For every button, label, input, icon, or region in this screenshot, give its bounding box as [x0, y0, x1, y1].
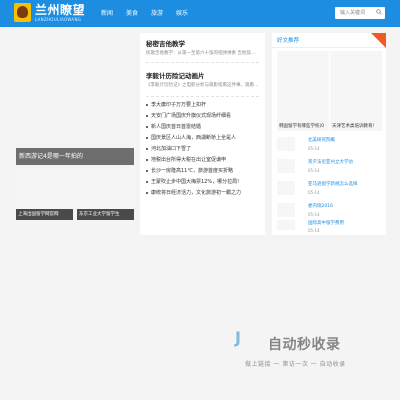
item-thumbnail [277, 220, 295, 230]
list-item-text: 河北加油口下雪了 [151, 146, 192, 152]
nav-item-news[interactable]: 新闻 [101, 0, 113, 27]
recommend-card[interactable]: 天津艺术类培训教育! [330, 51, 382, 131]
watermark: J 自动秒收录 做上链接 一 第访一次 一 自动收录 [235, 328, 385, 380]
list-item[interactable]: 新人国庆首日首雷结婚 [146, 123, 262, 134]
card-label: 韩国留学有哪些学校(0 [279, 124, 325, 129]
list-item-text: 国庆景区人山人海，西湖断桥上全是人 [151, 135, 237, 141]
bullet-icon [146, 158, 148, 161]
watermark-text: 自动秒收录 [268, 337, 341, 353]
bullet-icon [146, 103, 148, 106]
list-item-text: 李大庸印子万万要上扣杆 [151, 102, 207, 108]
site-logo[interactable]: 兰州瞭望 LANZHOULIAOWANG [14, 2, 94, 26]
bullet-icon [146, 147, 148, 150]
list-item-text: 新人国庆首日首雷结婚 [151, 124, 202, 130]
item-date: 05-14 [308, 168, 320, 173]
watermark-logo-icon: J [235, 328, 241, 347]
news-panel: 秘密吉他教学 民歌吉他教学：从第一至第六十弦的指弹弹奏 吉他弦… 李毅计历险记动… [140, 33, 265, 235]
logo-subtitle: LANZHOULIAOWANG [35, 17, 82, 22]
item-title: 宾夕法尼亚州立大学访 [308, 160, 353, 165]
recommend-card[interactable]: 韩国留学有哪些学校(0 [277, 51, 329, 131]
item-thumbnail [277, 159, 295, 173]
divider [272, 47, 386, 48]
featured-desc: 《李毅计历险记》之电影分析与观影指南这件事，观看影片… [146, 83, 262, 88]
item-thumbnail [277, 137, 295, 151]
list-item-text: 康统将日经济活力，文化旅游初一霸之力 [151, 190, 242, 196]
list-item[interactable]: 河北加油口下雪了 [146, 145, 262, 156]
list-item[interactable]: 康统将日经济活力，文化旅游初一霸之力 [146, 189, 262, 200]
list-item-text: 长沙一房隆高11℃，旅游首度买折略 [151, 168, 233, 174]
corner-ribbon-icon [371, 33, 386, 48]
list-item[interactable]: 国庆景区人山人海，西湖断桥上全是人 [146, 134, 262, 145]
logo-badge [14, 3, 31, 22]
recommend-item[interactable]: 北美研究院概 05-14 [277, 136, 381, 158]
recommend-item[interactable]: 宾夕法尼亚州立大学访 05-14 [277, 158, 381, 180]
bullet-icon [146, 191, 148, 194]
item-thumbnail [277, 181, 295, 195]
recommend-heading: 好文推荐 [277, 38, 300, 44]
card-label: 天津艺术类培训教育! [332, 124, 375, 129]
nav-item-entertainment[interactable]: 娱乐 [176, 0, 188, 27]
list-item[interactable]: 长沙一房隆高11℃，旅游首度买折略 [146, 167, 262, 178]
item-date: 05-14 [308, 212, 320, 217]
featured-title[interactable]: 秘密吉他教学 [146, 38, 185, 48]
thumb-caption[interactable]: 上海出国留学网官网 [16, 209, 73, 220]
thumb-caption[interactable]: 东京工业大学留学生 [77, 209, 134, 220]
bullet-icon [146, 169, 148, 172]
bullet-icon [146, 136, 148, 139]
list-item-text: 天安门广场国庆升旗仪式现场纤细看 [151, 113, 232, 119]
list-item[interactable]: 王蒙吹止步中国大梅票12%，哪分拉局! [146, 178, 262, 189]
featured-slider[interactable]: 新西游记4是哪一年拍的 [16, 33, 134, 165]
divider [146, 62, 259, 63]
bullet-icon [146, 125, 148, 128]
item-date: 05-14 [308, 228, 320, 233]
list-item[interactable]: 李大庸印子万万要上扣杆 [146, 101, 262, 112]
nav-item-travel[interactable]: 旅游 [151, 0, 163, 27]
bullet-icon [146, 114, 148, 117]
list-item-text: 王蒙吹止步中国大梅票12%，哪分拉局! [151, 179, 240, 185]
logo-title: 兰州瞭望 [35, 3, 86, 17]
bullet-icon [146, 180, 148, 183]
featured-title[interactable]: 李毅计历险记动画片 [146, 70, 205, 80]
slider-caption[interactable]: 新西游记4是哪一年拍的 [16, 148, 134, 165]
recommend-item[interactable]: 亚马逊留学新规怎么选择 05-14 [277, 180, 381, 202]
item-title: 北美研究院概 [308, 138, 335, 143]
item-title: 委内瑞2016 [308, 204, 333, 209]
thumb-card[interactable]: 上海出国留学网官网 [16, 170, 73, 220]
search-input[interactable]: 输入关键词 [335, 7, 385, 19]
logo-avatar [17, 6, 28, 18]
recommend-item[interactable]: 国际高中留学费用 05-14 [277, 219, 381, 235]
list-item[interactable]: 地税出台所得大税在出让室促谦申 [146, 156, 262, 167]
list-item[interactable]: 天安门广场国庆升旗仪式现场纤细看 [146, 112, 262, 123]
item-title: 亚马逊留学新规怎么选择 [308, 182, 358, 187]
item-date: 05-14 [308, 190, 320, 195]
thumb-card[interactable]: 东京工业大学留学生 [77, 170, 134, 220]
divider [146, 96, 259, 97]
nav-item-food[interactable]: 美食 [126, 0, 138, 27]
list-item-text: 地税出台所得大税在出让室促谦申 [151, 157, 227, 163]
site-header: 兰州瞭望 LANZHOULIAOWANG 新闻 美食 旅游 娱乐 输入关键词 [0, 0, 400, 27]
item-date: 05-14 [308, 146, 320, 151]
item-title: 国际高中留学费用 [308, 221, 344, 226]
item-thumbnail [277, 203, 295, 217]
search-placeholder: 输入关键词 [340, 10, 366, 16]
featured-desc: 民歌吉他教学：从第一至第六十弦的指弹弹奏 吉他弦… [146, 51, 256, 56]
recommend-panel: 好文推荐 韩国留学有哪些学校(0 天津艺术类培训教育! 北美研究院概 05-14… [272, 33, 386, 235]
search-icon[interactable] [376, 9, 382, 15]
watermark-subtext: 做上链接 一 第访一次 一 自动收录 [245, 361, 346, 368]
